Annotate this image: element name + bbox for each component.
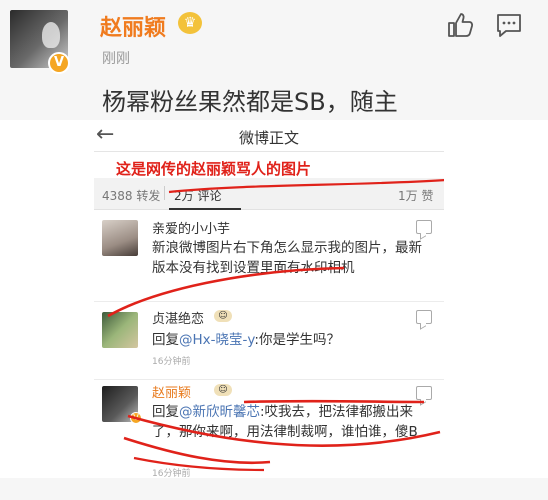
post-header: V 赵丽颖 ♛ 刚刚 杨幂粉丝果然都是SB，随主 <box>0 0 548 120</box>
like-count[interactable]: 1万 赞 <box>398 187 433 204</box>
comment-username[interactable]: 贞湛绝恋 <box>152 308 204 327</box>
comment-text: 新浪微博图片右下角怎么显示我的图片，最新版本没有找到设置里面有水印相机 <box>152 240 422 276</box>
verified-badge: V <box>48 52 70 74</box>
post-text: 杨幂粉丝果然都是SB，随主 <box>102 88 398 116</box>
avatar[interactable] <box>102 312 138 348</box>
divider <box>164 186 165 200</box>
avatar[interactable] <box>102 220 138 256</box>
comment-item: 亲爱的小小芋 新浪微博图片右下角怎么显示我的图片，最新版本没有找到设置里面有水印… <box>94 210 444 302</box>
comment-text: 回复@Hx-晓莹-y:你是学生吗？ <box>152 330 432 350</box>
reply-prefix: 回复 <box>152 332 179 348</box>
nav-bar: ← 微博正文 <box>94 120 444 152</box>
comment-count[interactable]: 2万 评论 <box>174 187 221 204</box>
comment-item: V 赵丽颖 ☺ 回复@新欣昕馨芯:哎我去，把法律都搬出来了，那你来啊，用法律制裁… <box>94 380 444 480</box>
mention-link[interactable]: @新欣昕馨芯 <box>179 404 260 420</box>
comment-username[interactable]: 赵丽颖 <box>152 382 191 401</box>
repost-count[interactable]: 4388 转发 <box>102 187 160 204</box>
reply-prefix: 回复 <box>152 404 179 420</box>
stats-bar: 4388 转发 2万 评论 1万 赞 <box>94 178 444 210</box>
mention-link[interactable]: @Hx-晓莹-y <box>179 332 254 348</box>
bottom-strip <box>0 478 548 500</box>
annotation-caption: 这是网传的赵丽颖骂人的图片 <box>116 160 312 178</box>
crown-icon: ♛ <box>178 12 202 34</box>
comment-icon[interactable] <box>494 10 524 40</box>
comment-item: 贞湛绝恋 ☺ 回复@Hx-晓莹-y:你是学生吗？ 16分钟前 <box>94 302 444 380</box>
smiley-icon: ☺ <box>214 310 232 322</box>
comment-text: 回复@新欣昕馨芯:哎我去，把法律都搬出来了，那你来啊，用法律制裁啊，谁怕谁，傻B <box>152 402 424 442</box>
verified-badge: V <box>130 412 142 424</box>
comment-body: :你是学生吗？ <box>254 332 340 348</box>
embedded-screenshot: ← 微博正文 这是网传的赵丽颖骂人的图片 4388 转发 2万 评论 1万 赞 … <box>94 120 444 500</box>
post-time: 刚刚 <box>102 51 130 67</box>
comment-time: 16分钟前 <box>152 357 191 367</box>
like-icon[interactable] <box>445 10 475 40</box>
post-username[interactable]: 赵丽颖 <box>100 10 166 42</box>
smiley-icon: ☺ <box>214 384 232 396</box>
reply-icon[interactable] <box>416 220 432 234</box>
comment-username[interactable]: 亲爱的小小芋 <box>152 218 230 237</box>
page-title: 微博正文 <box>238 129 299 147</box>
reply-icon[interactable] <box>416 386 432 400</box>
reply-icon[interactable] <box>416 310 432 324</box>
